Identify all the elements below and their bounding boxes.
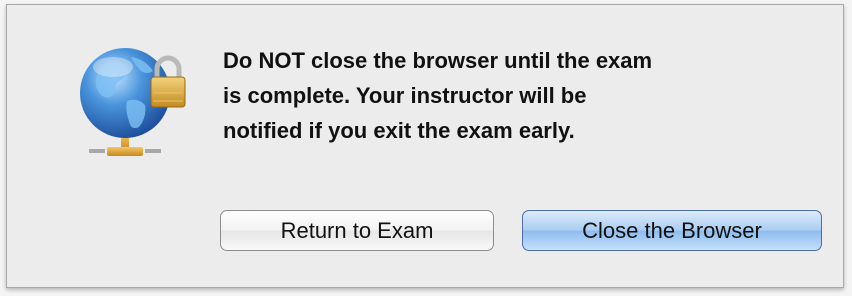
warning-message: Do NOT close the browser until the exam … [223, 48, 653, 143]
exam-warning-dialog: Do NOT close the browser until the exam … [6, 4, 844, 288]
return-to-exam-button[interactable]: Return to Exam [220, 210, 494, 251]
globe-lock-icon [69, 35, 199, 175]
close-browser-button[interactable]: Close the Browser [522, 210, 822, 251]
